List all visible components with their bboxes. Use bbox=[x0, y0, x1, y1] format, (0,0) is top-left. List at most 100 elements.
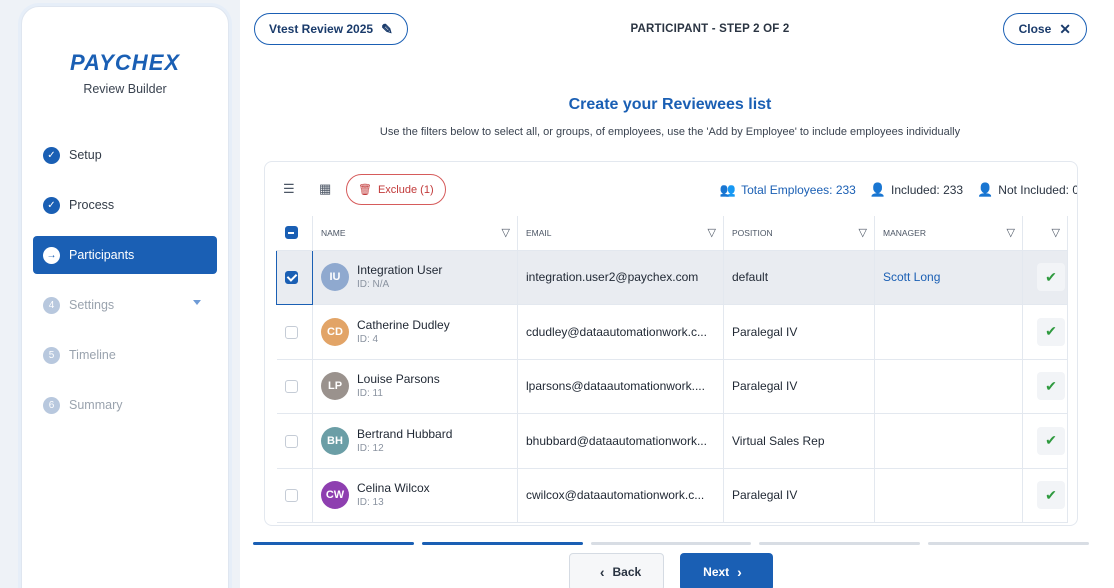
action-cell: ✔ bbox=[1022, 250, 1068, 305]
table-row[interactable]: IU Integration User ID: N/A integration.u… bbox=[276, 249, 1068, 305]
filter-icon[interactable]: ▽ bbox=[708, 226, 716, 239]
user-check-icon[interactable]: ✔ bbox=[1037, 372, 1065, 401]
app-subtitle: Review Builder bbox=[83, 82, 167, 96]
position-cell: Virtual Sales Rep bbox=[723, 413, 875, 469]
not-included-count: Not Included: 0 bbox=[998, 183, 1078, 197]
progress-segment bbox=[253, 542, 414, 545]
select-all-cell bbox=[276, 216, 313, 251]
action-cell: ✔ bbox=[1022, 304, 1068, 360]
email-cell: integration.user2@paychex.com bbox=[517, 250, 724, 305]
arrow-right-icon: → bbox=[43, 246, 60, 264]
close-label: Close bbox=[1018, 22, 1052, 36]
email-cell: cwilcox@dataautomationwork.c... bbox=[517, 468, 724, 523]
column-header-manager[interactable]: MANAGER ▽ bbox=[874, 216, 1023, 251]
name-cell: CD Catherine Dudley ID: 4 bbox=[312, 304, 518, 360]
row-checkbox[interactable] bbox=[284, 489, 298, 503]
manager-link[interactable] bbox=[874, 468, 1023, 523]
sidebar-step-setup[interactable]: ✓ Setup bbox=[33, 136, 217, 174]
row-checkbox[interactable] bbox=[284, 434, 298, 448]
column-header-actions: ▽ bbox=[1022, 216, 1068, 251]
back-button[interactable]: ‹ Back bbox=[569, 553, 664, 588]
name-cell: CW Celina Wilcox ID: 13 bbox=[312, 468, 518, 523]
step-label: Participants bbox=[69, 248, 135, 262]
close-button[interactable]: Close ✕ bbox=[1002, 13, 1087, 45]
avatar: IU bbox=[321, 263, 349, 292]
step-number: 5 bbox=[43, 346, 60, 364]
employee-name: Bertrand Hubbard bbox=[357, 426, 453, 441]
paychex-logo: PAYCHEX bbox=[69, 50, 181, 75]
manager-link[interactable] bbox=[874, 304, 1023, 360]
total-employees: Total Employees: 233 bbox=[741, 183, 856, 197]
select-all-checkbox[interactable] bbox=[284, 226, 298, 240]
avatar: BH bbox=[321, 426, 349, 455]
main-panel: Vtest Review 2025 ✎ PARTICIPANT - STEP 2… bbox=[240, 0, 1114, 588]
action-cell: ✔ bbox=[1022, 468, 1068, 523]
employee-id: ID: 13 bbox=[357, 497, 384, 509]
table-row[interactable]: CW Celina Wilcox ID: 13 cwilcox@dataautom… bbox=[276, 468, 1068, 523]
user-check-icon[interactable]: ✔ bbox=[1037, 481, 1065, 510]
row-select-cell bbox=[276, 359, 313, 414]
sidebar-step-settings[interactable]: 4 Settings bbox=[33, 286, 217, 324]
exclude-label: Exclude (1) bbox=[377, 183, 434, 196]
employee-stats: 👥 Total Employees: 233 👤 Included: 233 👤… bbox=[706, 182, 1078, 198]
position-cell: Paralegal IV bbox=[723, 468, 875, 523]
table-toolbar: ☰ ▦ 🗑 Exclude (1) 👥 Total Employees: 233… bbox=[265, 174, 1078, 206]
filter-icon[interactable]: ▽ bbox=[502, 226, 510, 239]
sidebar: PAYCHEX Review Builder ✓ Setup ✓ Process… bbox=[21, 6, 229, 588]
employee-name: Celina Wilcox bbox=[357, 481, 430, 496]
next-label: Next bbox=[703, 565, 730, 579]
step-label: Summary bbox=[69, 398, 123, 412]
column-header-email[interactable]: EMAIL ▽ bbox=[517, 216, 724, 251]
sidebar-step-timeline[interactable]: 5 Timeline bbox=[33, 336, 217, 374]
avatar: LP bbox=[321, 372, 349, 401]
table-row[interactable]: LP Louise Parsons ID: 11 lparsons@dataaut… bbox=[276, 359, 1068, 414]
trash-icon: 🗑 bbox=[358, 184, 372, 196]
employee-id: ID: 12 bbox=[357, 442, 384, 454]
row-checkbox[interactable] bbox=[285, 271, 298, 285]
sidebar-step-summary[interactable]: 6 Summary bbox=[33, 386, 217, 424]
manager-link[interactable] bbox=[874, 359, 1023, 414]
sliders-icon[interactable]: ☰ bbox=[283, 181, 295, 197]
email-cell: bhubbard@dataautomationwork... bbox=[517, 413, 724, 469]
step-label: Setup bbox=[69, 148, 102, 162]
user-check-icon[interactable]: ✔ bbox=[1037, 426, 1065, 455]
name-cell: LP Louise Parsons ID: 11 bbox=[312, 359, 518, 414]
next-button[interactable]: Next › bbox=[680, 553, 773, 588]
page-description: Use the filters below to select all, or … bbox=[379, 126, 961, 138]
row-select-cell bbox=[276, 468, 313, 523]
included-stat: 👤 Included: 233 bbox=[870, 182, 963, 198]
row-checkbox[interactable] bbox=[284, 325, 298, 339]
not-included-stat: 👤 Not Included: 0 bbox=[977, 182, 1078, 198]
reviewees-table-card: ☰ ▦ 🗑 Exclude (1) 👥 Total Employees: 233… bbox=[264, 161, 1078, 526]
filter-icon[interactable]: ▽ bbox=[1052, 226, 1060, 239]
total-employees-link[interactable]: 👥 Total Employees: 233 bbox=[720, 182, 856, 198]
filter-icon[interactable]: ▽ bbox=[859, 226, 867, 239]
exclude-button[interactable]: 🗑 Exclude (1) bbox=[346, 174, 446, 205]
step-label: Settings bbox=[69, 298, 115, 312]
progress-segment bbox=[590, 542, 752, 545]
email-cell: cdudley@dataautomationwork.c... bbox=[517, 304, 724, 360]
employee-id: ID: 4 bbox=[357, 333, 379, 345]
table-row[interactable]: CD Catherine Dudley ID: 4 cdudley@dataaut… bbox=[276, 304, 1068, 360]
close-icon: ✕ bbox=[1059, 20, 1071, 37]
user-check-icon[interactable]: ✔ bbox=[1037, 317, 1065, 346]
users-icon: 👥 bbox=[719, 182, 737, 197]
manager-link[interactable]: Scott Long bbox=[874, 250, 1023, 305]
column-label: MANAGER bbox=[883, 227, 926, 238]
column-header-position[interactable]: POSITION ▽ bbox=[723, 216, 875, 251]
row-checkbox[interactable] bbox=[284, 380, 298, 394]
sidebar-step-process[interactable]: ✓ Process bbox=[33, 186, 217, 224]
column-header-name[interactable]: NAME ▽ bbox=[312, 216, 518, 251]
position-cell: default bbox=[723, 250, 875, 305]
column-label: NAME bbox=[321, 227, 346, 238]
calendar-icon[interactable]: ▦ bbox=[319, 181, 331, 197]
filter-icon[interactable]: ▽ bbox=[1007, 226, 1015, 239]
user-check-icon[interactable]: ✔ bbox=[1037, 263, 1065, 292]
manager-link[interactable] bbox=[874, 413, 1023, 469]
row-select-cell bbox=[276, 304, 313, 360]
table-row[interactable]: BH Bertrand Hubbard ID: 12 bhubbard@dataa… bbox=[276, 413, 1068, 469]
employee-id: ID: 11 bbox=[357, 388, 383, 400]
chevron-down-icon[interactable] bbox=[193, 300, 201, 305]
step-label: Process bbox=[69, 198, 115, 212]
sidebar-step-participants[interactable]: → Participants bbox=[33, 236, 217, 274]
